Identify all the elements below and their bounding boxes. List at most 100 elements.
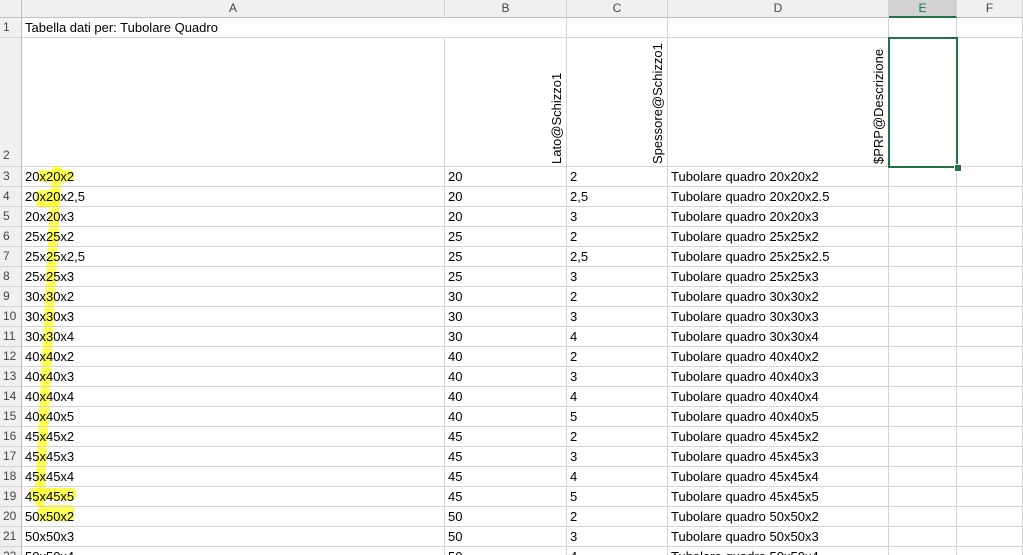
cell-c[interactable]: 4 [567, 547, 668, 555]
cell[interactable] [957, 167, 1023, 187]
cell[interactable] [957, 507, 1023, 527]
cell-c[interactable]: 2,5 [567, 247, 668, 267]
cell-d[interactable]: Tubolare quadro 45x45x2 [668, 427, 889, 447]
row-header[interactable]: 19 [0, 487, 22, 507]
cell[interactable] [889, 187, 957, 207]
cell-d[interactable]: Tubolare quadro 20x20x2 [668, 167, 889, 187]
cell-b[interactable]: 20 [445, 187, 567, 207]
cell[interactable] [567, 18, 668, 38]
cell[interactable] [889, 367, 957, 387]
row-header[interactable]: 20 [0, 507, 22, 527]
cell[interactable] [957, 367, 1023, 387]
cell-b[interactable]: 45 [445, 467, 567, 487]
cell-d[interactable]: Tubolare quadro 25x25x2.5 [668, 247, 889, 267]
cell-c[interactable]: 3 [567, 527, 668, 547]
cell[interactable] [889, 267, 957, 287]
cell[interactable] [957, 447, 1023, 467]
cell[interactable] [889, 427, 957, 447]
cell-b[interactable]: 45 [445, 487, 567, 507]
row-header[interactable]: 6 [0, 227, 22, 247]
cell-c[interactable]: 2,5 [567, 187, 668, 207]
cell-a[interactable]: 25x25x2,5 [22, 247, 445, 267]
row-header[interactable]: 9 [0, 287, 22, 307]
column-header-a[interactable]: A [22, 0, 445, 18]
cell-a[interactable]: 40x40x3 [22, 367, 445, 387]
cell-d[interactable]: Tubolare quadro 40x40x4 [668, 387, 889, 407]
cell[interactable] [957, 467, 1023, 487]
row-header[interactable]: 11 [0, 327, 22, 347]
row-header[interactable]: 21 [0, 527, 22, 547]
row-header[interactable]: 15 [0, 407, 22, 427]
cell-c[interactable]: 4 [567, 387, 668, 407]
cell-a[interactable]: 50x50x4 [22, 547, 445, 555]
cell-d[interactable]: Tubolare quadro 30x30x3 [668, 307, 889, 327]
cell-a[interactable]: 25x25x3 [22, 267, 445, 287]
column-header-e[interactable]: E [889, 0, 957, 18]
cell-a[interactable]: 20x20x2,5 [22, 187, 445, 207]
cell-a[interactable]: 45x45x3 [22, 447, 445, 467]
column-header-b[interactable]: B [445, 0, 567, 18]
cell-c[interactable]: 2 [567, 167, 668, 187]
cell-b[interactable]: 50 [445, 527, 567, 547]
cell[interactable] [889, 287, 957, 307]
cell-a[interactable]: 20x20x3 [22, 207, 445, 227]
cell-b[interactable]: 40 [445, 347, 567, 367]
cell-d[interactable]: Tubolare quadro 30x30x4 [668, 327, 889, 347]
cell-b[interactable]: 50 [445, 507, 567, 527]
cell[interactable] [957, 307, 1023, 327]
cell[interactable] [889, 347, 957, 367]
cell-c[interactable]: 3 [567, 267, 668, 287]
cell-d[interactable]: Tubolare quadro 50x50x3 [668, 527, 889, 547]
cell-d[interactable]: Tubolare quadro 25x25x3 [668, 267, 889, 287]
cell[interactable] [889, 307, 957, 327]
cell-b[interactable]: 30 [445, 287, 567, 307]
cell-a[interactable]: 45x45x4 [22, 467, 445, 487]
row-header[interactable]: 17 [0, 447, 22, 467]
cell[interactable] [957, 547, 1023, 555]
selected-cell[interactable] [888, 37, 958, 168]
row-header[interactable]: 2 [0, 38, 22, 167]
cell-c[interactable]: 3 [567, 207, 668, 227]
cell-b[interactable]: 30 [445, 307, 567, 327]
cell[interactable] [889, 387, 957, 407]
cell-a[interactable]: 20x20x2 [22, 167, 445, 187]
cell[interactable] [889, 227, 957, 247]
cell-b[interactable]: 45 [445, 427, 567, 447]
cell[interactable] [22, 38, 445, 167]
cell-a[interactable]: 40x40x4 [22, 387, 445, 407]
row-header[interactable]: 4 [0, 187, 22, 207]
cell-b[interactable]: 25 [445, 267, 567, 287]
cell-c[interactable]: 3 [567, 447, 668, 467]
cell[interactable] [957, 18, 1023, 38]
cell-d[interactable]: Tubolare quadro 20x20x3 [668, 207, 889, 227]
cell-a[interactable]: 25x25x2 [22, 227, 445, 247]
cell-b[interactable]: 20 [445, 207, 567, 227]
cell[interactable] [889, 207, 957, 227]
cell-d[interactable]: Tubolare quadro 40x40x3 [668, 367, 889, 387]
cell[interactable] [889, 487, 957, 507]
cell-c[interactable]: 4 [567, 327, 668, 347]
cell-a[interactable]: 45x45x2 [22, 427, 445, 447]
cell[interactable] [957, 247, 1023, 267]
row-header[interactable]: 3 [0, 167, 22, 187]
cell-c[interactable]: 3 [567, 367, 668, 387]
cell[interactable] [889, 467, 957, 487]
row-header[interactable]: 22 [0, 547, 22, 555]
cell-c[interactable]: 2 [567, 287, 668, 307]
cell-b[interactable]: 40 [445, 367, 567, 387]
cell-c[interactable]: 5 [567, 487, 668, 507]
cell-a[interactable]: 30x30x4 [22, 327, 445, 347]
row-header[interactable]: 12 [0, 347, 22, 367]
row-header[interactable]: 18 [0, 467, 22, 487]
cell[interactable] [957, 227, 1023, 247]
cell[interactable] [957, 207, 1023, 227]
cell[interactable] [957, 267, 1023, 287]
cell-a[interactable]: 45x45x5 [22, 487, 445, 507]
cell-c[interactable]: 3 [567, 307, 668, 327]
spreadsheet-grid[interactable]: A B C D E F 1 Tabella dati per: Tubolare… [0, 0, 1023, 555]
row-header[interactable]: 1 [0, 18, 22, 38]
cell-b[interactable]: 40 [445, 407, 567, 427]
column-header-d[interactable]: D [668, 0, 889, 18]
title-cell[interactable]: Tabella dati per: Tubolare Quadro [22, 18, 445, 38]
row-header[interactable]: 7 [0, 247, 22, 267]
